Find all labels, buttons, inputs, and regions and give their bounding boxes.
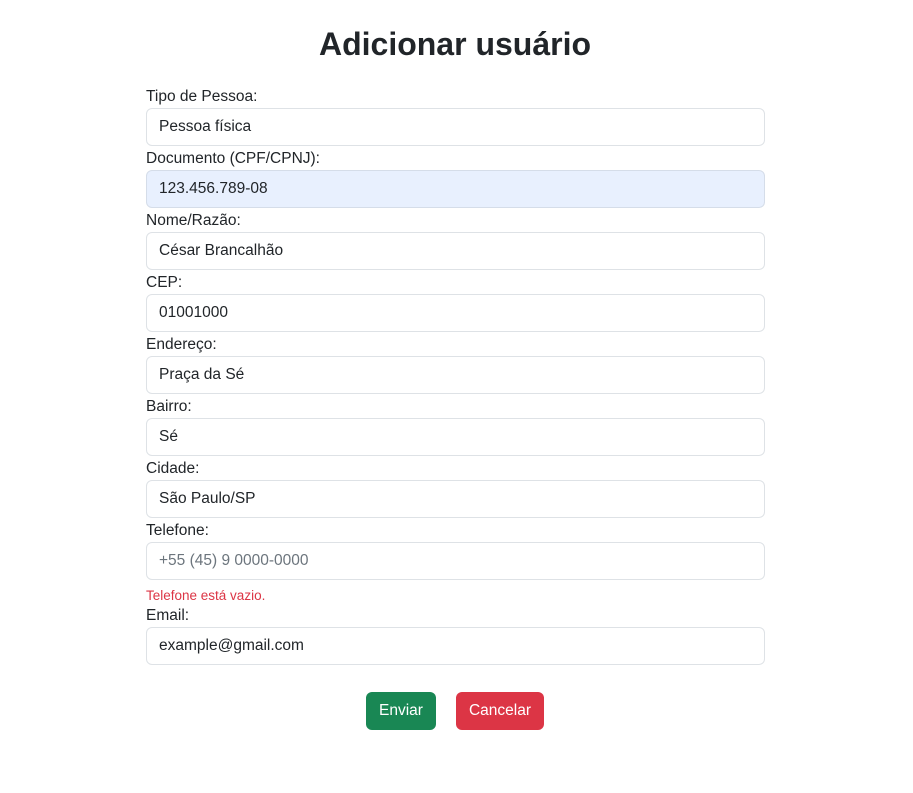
- email-label: Email:: [146, 607, 190, 624]
- field-bairro: Bairro:: [146, 396, 765, 456]
- bairro-input[interactable]: [146, 418, 765, 456]
- cep-input[interactable]: [146, 294, 765, 332]
- field-cep: CEP:: [146, 272, 765, 332]
- page-title: Adicionar usuário: [318, 26, 592, 62]
- nome-label: Nome/Razão:: [146, 212, 241, 229]
- telefone-label: Telefone:: [146, 522, 209, 539]
- add-user-form: Tipo de Pessoa: Documento (CPF/CPNJ): No…: [146, 86, 765, 665]
- endereco-label: Endereço:: [146, 336, 217, 353]
- documento-input[interactable]: [146, 170, 765, 208]
- field-documento: Documento (CPF/CPNJ):: [146, 148, 765, 208]
- email-input[interactable]: [146, 627, 765, 665]
- submit-button[interactable]: Enviar: [366, 692, 436, 730]
- field-telefone: Telefone: Telefone está vazio.: [146, 520, 765, 605]
- documento-label: Documento (CPF/CPNJ):: [146, 150, 320, 167]
- field-nome: Nome/Razão:: [146, 210, 765, 270]
- cidade-label: Cidade:: [146, 460, 200, 477]
- form-actions: Enviar Cancelar: [0, 692, 910, 730]
- tipo-pessoa-select[interactable]: [146, 108, 765, 146]
- cancel-button[interactable]: Cancelar: [455, 692, 544, 730]
- telefone-input[interactable]: [146, 542, 765, 580]
- field-email: Email:: [146, 605, 765, 665]
- field-tipo-pessoa: Tipo de Pessoa:: [146, 86, 765, 146]
- nome-input[interactable]: [146, 232, 765, 270]
- page: Adicionar usuário Tipo de Pessoa: Docume…: [0, 0, 913, 793]
- bairro-label: Bairro:: [146, 398, 192, 415]
- cep-label: CEP:: [146, 274, 183, 291]
- field-cidade: Cidade:: [146, 458, 765, 518]
- endereco-input[interactable]: [146, 356, 765, 394]
- tipo-pessoa-label: Tipo de Pessoa:: [146, 88, 258, 105]
- field-endereco: Endereço:: [146, 334, 765, 394]
- cidade-input[interactable]: [146, 480, 765, 518]
- telefone-error-message: Telefone está vazio.: [146, 588, 266, 603]
